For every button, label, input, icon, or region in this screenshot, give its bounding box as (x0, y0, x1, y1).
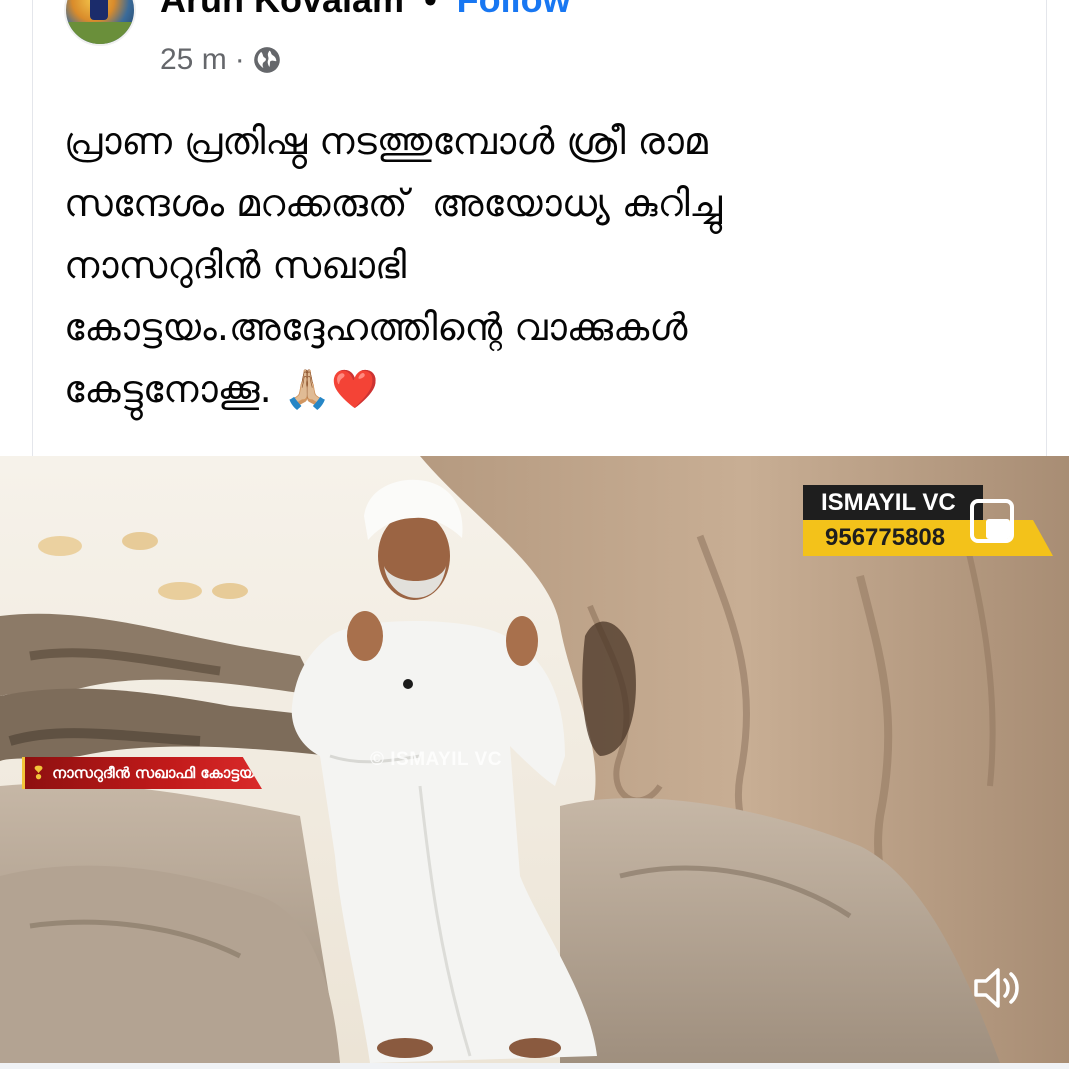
video-player[interactable]: ISMAYIL VC 956775808 ❢ നാസറുദീൻ സഖാഫി കോ… (0, 456, 1069, 1063)
meta-separator: · (234, 43, 245, 76)
follow-button[interactable]: Follow (457, 0, 571, 21)
post-time[interactable]: 25 m (160, 43, 227, 77)
author-avatar[interactable] (64, 0, 136, 46)
avatar-figure (90, 0, 108, 20)
volume-icon[interactable] (968, 958, 1028, 1018)
card-border-right (1046, 0, 1047, 456)
card-border-left (32, 0, 33, 456)
picture-in-picture-icon[interactable] (968, 497, 1016, 545)
author-name[interactable]: Arun Kovalam (160, 0, 404, 21)
avatar-ground (66, 22, 134, 44)
post-text: പ്രാണ പ്രതിഷ്ഠ നടത്തുമ്പോൾ ശ്രീ രാമ സന്ദ… (64, 119, 722, 411)
post-meta: 25 m · (160, 40, 281, 80)
caption-text: നാസറുദീൻ സഖാഫി കോട്ടയം (52, 764, 261, 782)
video-watermark: © ISMAYIL VC (370, 749, 502, 770)
caption-bullet-icon: ❢ (31, 762, 47, 784)
facebook-post: Arun Kovalam • Follow 25 m · പ്രാണ പ്രതി… (0, 0, 1069, 1069)
speaker-caption: ❢ നാസറുദീൻ സഖാഫി കോട്ടയം (22, 757, 262, 789)
post-header: Arun Kovalam • Follow (160, 0, 571, 22)
channel-brand-name: ISMAYIL VC (803, 485, 983, 520)
author-separator: • (424, 0, 437, 21)
post-bottom-divider (0, 1063, 1069, 1069)
globe-icon[interactable] (253, 46, 281, 74)
